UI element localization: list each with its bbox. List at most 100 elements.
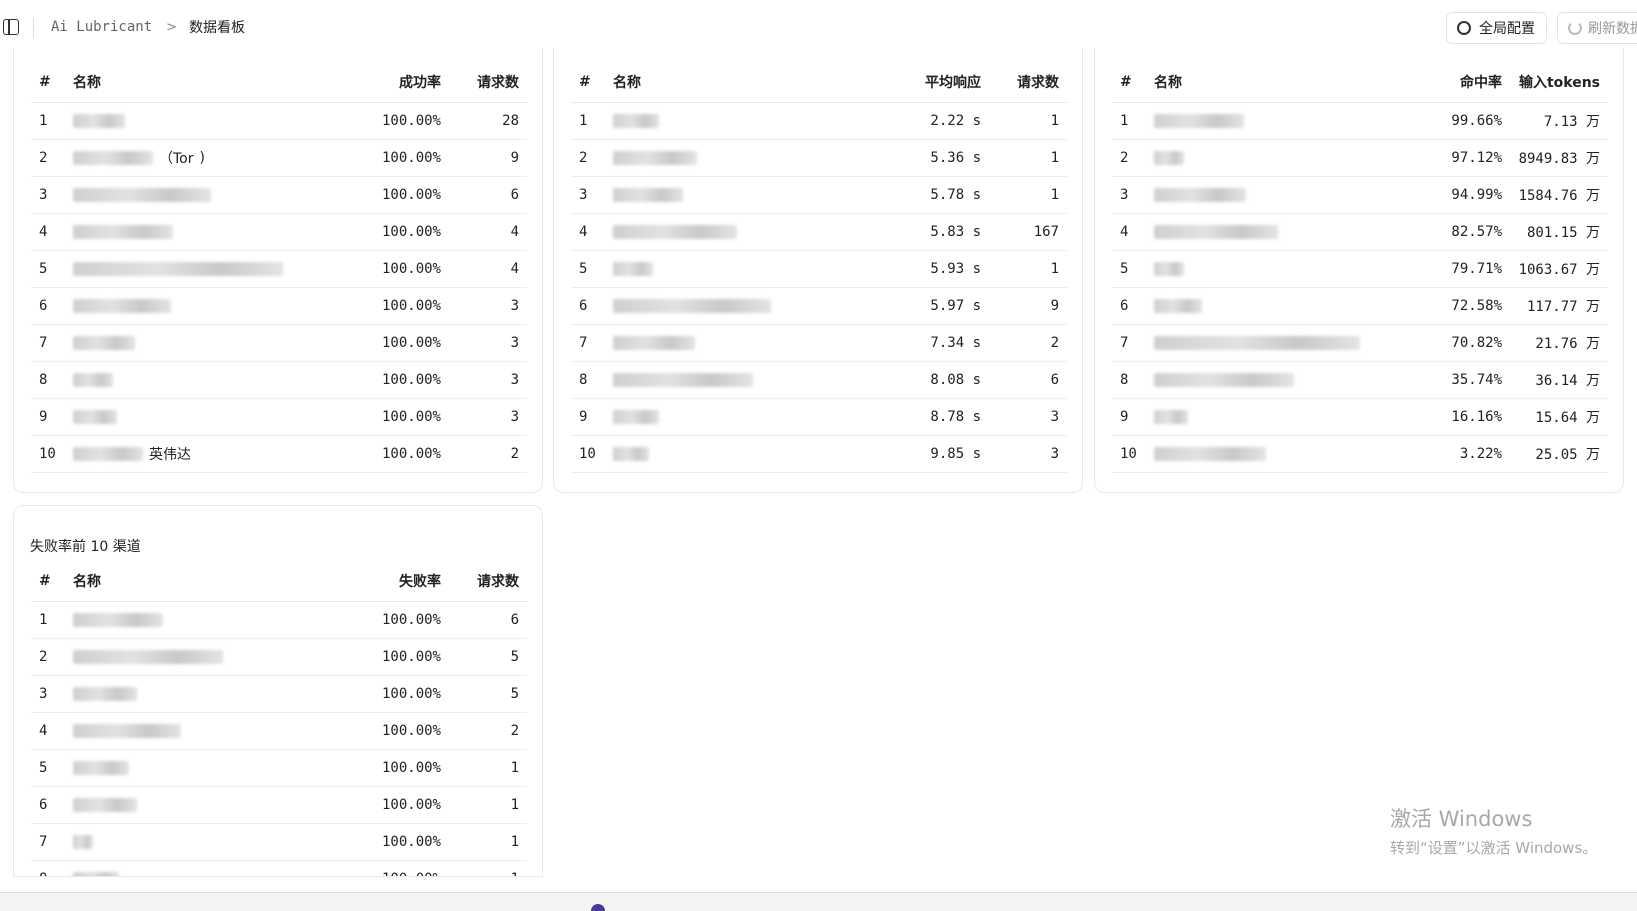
table-row[interactable]: 2 97.12% 8949.83 万 [1112, 139, 1608, 177]
row-metric: 70.82% [1374, 324, 1502, 362]
table-row[interactable]: 1 100.00% 6 [31, 601, 527, 639]
column-header-name: 名称 [73, 62, 307, 103]
redacted-name [73, 649, 223, 664]
row-count: 3 [981, 435, 1067, 473]
row-count: 6 [981, 361, 1067, 399]
row-count: 167 [981, 213, 1067, 251]
taskbar [0, 892, 1637, 911]
table-row[interactable]: 4 100.00% 2 [31, 712, 527, 750]
table-row[interactable]: 6 100.00% 1 [31, 786, 527, 824]
column-header-success-rate: 成功率 [307, 62, 441, 103]
redacted-name [613, 187, 683, 202]
sidebar-toggle-icon[interactable] [3, 19, 19, 35]
table-row[interactable]: 5 100.00% 1 [31, 749, 527, 787]
table-row[interactable]: 9 8.78 s3 [571, 398, 1067, 436]
row-index: 2 [1112, 139, 1154, 177]
table-row[interactable]: 4 82.57% 801.15 万 [1112, 213, 1608, 251]
row-metric: 8.08 s [837, 361, 981, 399]
table-row[interactable]: 9 100.00% 3 [31, 398, 527, 436]
table-row[interactable]: 10 英伟达 100.00% 2 [31, 435, 527, 473]
table-row[interactable]: 6 5.97 s9 [571, 287, 1067, 325]
row-count: 1 [441, 860, 527, 876]
global-config-button[interactable]: 全局配置 [1446, 12, 1547, 44]
table-row[interactable]: 8 100.00%1 [31, 860, 527, 876]
refresh-data-button[interactable]: 刷新数据 [1557, 12, 1637, 44]
row-index: 7 [31, 823, 73, 861]
row-name-cell [73, 102, 307, 140]
redacted-name [613, 372, 753, 387]
row-name-cell [73, 675, 307, 713]
avg-response-table: # 名称 平均响应 请求数 1 2.22 s 1 2 5.36 s 1 3 5.78 s145… [571, 62, 1067, 473]
table-row[interactable]: 7 100.00% 3 [31, 324, 527, 362]
table-row[interactable]: 1 100.00% 28 [31, 102, 527, 140]
table-row[interactable]: 2 （Tor) 100.00% 9 [31, 139, 527, 177]
row-metric: 100.00% [307, 361, 441, 399]
table-row[interactable]: 5 79.71% 1063.67 万 [1112, 250, 1608, 288]
row-index: 1 [31, 601, 73, 639]
table-row[interactable]: 7 7.34 s2 [571, 324, 1067, 362]
refresh-icon [1568, 21, 1582, 35]
row-count: 4 [441, 250, 527, 288]
column-header-index: # [31, 561, 73, 602]
redacted-name [73, 612, 163, 627]
taskbar-app-icon[interactable] [591, 904, 605, 911]
table-row[interactable]: 6 100.00% 3 [31, 287, 527, 325]
table-row[interactable]: 2 100.00% 5 [31, 638, 527, 676]
row-index: 8 [571, 361, 613, 399]
row-metric: 100.00% [307, 823, 441, 861]
row-metric: 5.36 s [837, 139, 981, 177]
row-index: 9 [1112, 398, 1154, 436]
row-name-cell [1154, 250, 1374, 288]
table-row[interactable]: 10 9.85 s3 [571, 435, 1067, 473]
row-metric: 100.00% [307, 749, 441, 787]
table-row[interactable]: 3 100.00% 6 [31, 176, 527, 214]
redacted-name [73, 150, 153, 165]
row-name-cell [1154, 139, 1374, 177]
table-row[interactable]: 8 100.00% 3 [31, 361, 527, 399]
row-count: 2 [981, 324, 1067, 362]
row-name-cell [1154, 398, 1374, 436]
redacted-name [613, 446, 649, 461]
row-name-cell [73, 176, 307, 214]
table-row[interactable]: 4 100.00% 4 [31, 213, 527, 251]
redacted-name [613, 261, 653, 276]
table-row[interactable]: 1 2.22 s1 [571, 102, 1067, 140]
table-row[interactable]: 3 94.99% 1584.76 万 [1112, 176, 1608, 214]
row-name-cell: 英伟达 [73, 435, 307, 473]
row-metric: 100.00% [307, 213, 441, 251]
row-count: 28 [441, 102, 527, 140]
redacted-name [73, 446, 143, 461]
table-row[interactable]: 5 100.00% 4 [31, 250, 527, 288]
table-row[interactable]: 7 70.82% 21.76 万 [1112, 324, 1608, 362]
table-row[interactable]: 3 5.78 s1 [571, 176, 1067, 214]
row-metric: 5.78 s [837, 176, 981, 214]
redacted-name [1154, 446, 1266, 461]
row-count: 1 [981, 139, 1067, 177]
table-row[interactable]: 2 5.36 s1 [571, 139, 1067, 177]
table-row[interactable]: 1 99.66% 7.13 万 [1112, 102, 1608, 140]
row-index: 2 [31, 638, 73, 676]
row-index: 2 [571, 139, 613, 177]
row-index: 3 [31, 675, 73, 713]
row-index: 2 [31, 139, 73, 177]
table-row[interactable]: 8 8.08 s6 [571, 361, 1067, 399]
row-name: 英伟达 [149, 446, 191, 463]
redacted-name [1154, 409, 1188, 424]
redacted-name [73, 686, 137, 701]
table-row[interactable]: 10 3.22% 25.05 万 [1112, 435, 1608, 473]
table-row[interactable]: 5 5.93 s1 [571, 250, 1067, 288]
table-row[interactable]: 4 5.83 s 167 [571, 213, 1067, 251]
row-name-cell [73, 398, 307, 436]
breadcrumb-app-link[interactable]: Ai Lubricant [51, 19, 152, 35]
row-index: 1 [1112, 102, 1154, 140]
table-row[interactable]: 3 100.00% 5 [31, 675, 527, 713]
row-count: 5 [441, 638, 527, 676]
redacted-name [1154, 150, 1184, 165]
table-row[interactable]: 6 72.58% 117.77 万 [1112, 287, 1608, 325]
row-name-cell [613, 213, 837, 251]
table-row[interactable]: 7 100.00% 1 [31, 823, 527, 861]
table-row[interactable]: 9 16.16% 15.64 万 [1112, 398, 1608, 436]
table-row[interactable]: 8 35.74% 36.14 万 [1112, 361, 1608, 399]
row-index: 7 [31, 324, 73, 362]
row-index: 7 [1112, 324, 1154, 362]
